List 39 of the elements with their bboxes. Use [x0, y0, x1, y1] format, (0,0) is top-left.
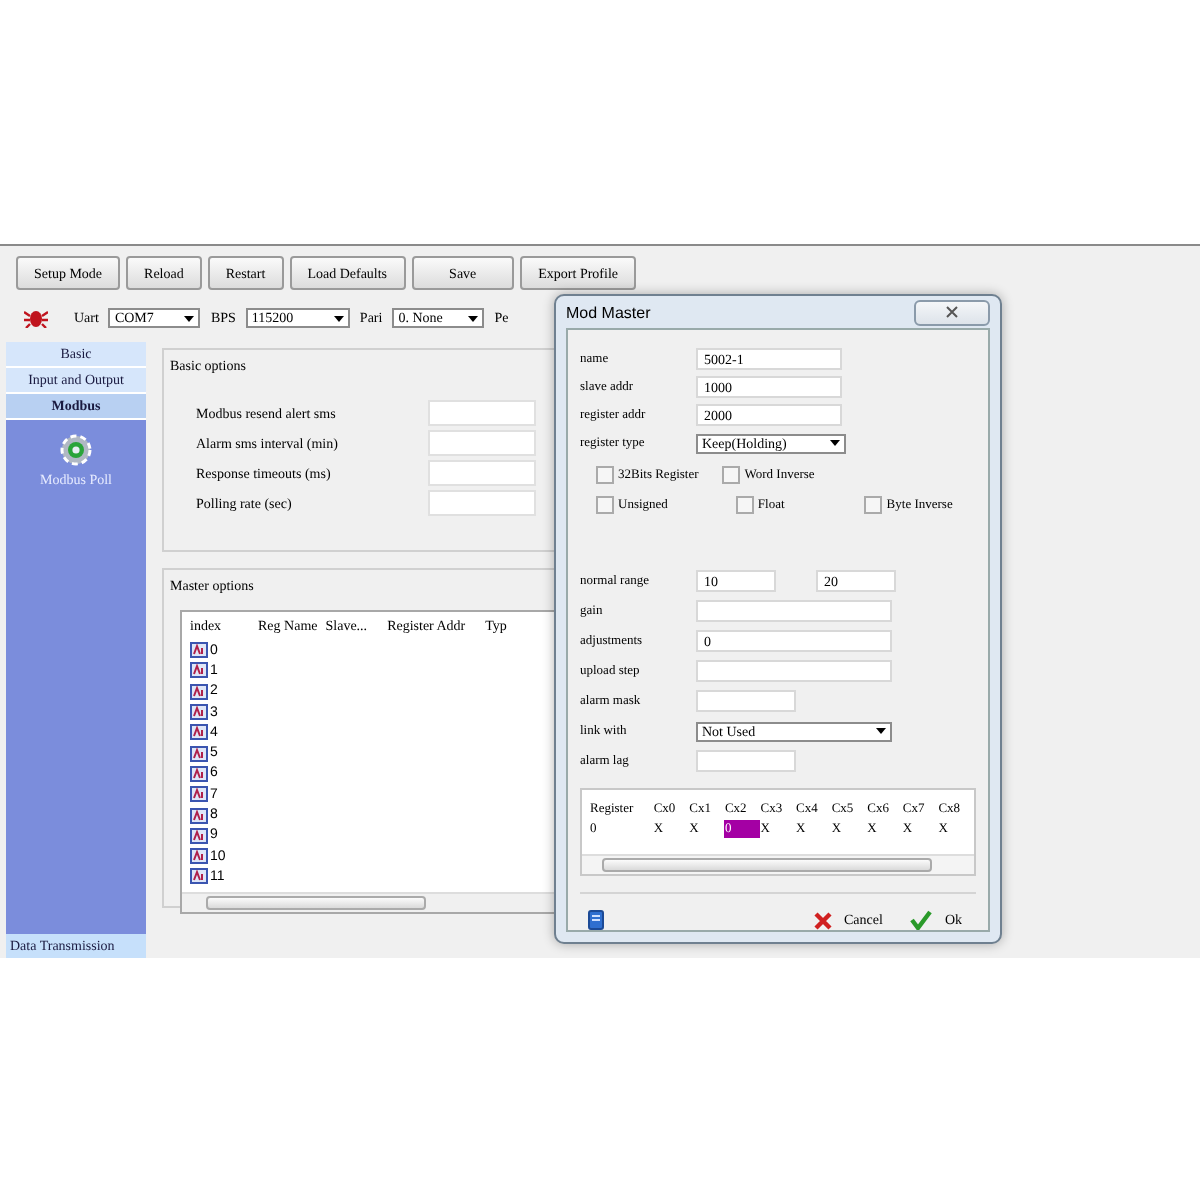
input-field[interactable]	[428, 460, 536, 486]
book-icon	[588, 910, 604, 930]
item-icon	[190, 662, 208, 679]
input-field[interactable]	[696, 660, 892, 682]
item-icon	[190, 868, 208, 885]
caret-icon	[333, 315, 344, 321]
item-icon	[190, 724, 208, 741]
close-button[interactable]	[914, 299, 990, 325]
item-icon	[190, 807, 208, 824]
item-icon	[190, 704, 208, 721]
checkbox[interactable]	[735, 496, 754, 514]
check-icon	[910, 910, 933, 930]
input-field[interactable]	[428, 400, 536, 426]
input-field[interactable]	[696, 600, 892, 622]
item-icon	[190, 642, 208, 659]
close-icon	[946, 306, 958, 318]
item-icon	[190, 848, 208, 865]
caret-icon	[830, 440, 840, 446]
caret-icon	[184, 315, 195, 321]
caret-icon	[876, 728, 886, 734]
checkbox[interactable]	[722, 466, 741, 484]
checkbox[interactable]	[596, 466, 614, 484]
input-field[interactable]	[696, 690, 796, 712]
item-icon	[190, 683, 208, 700]
checkbox[interactable]	[864, 496, 883, 514]
checkbox[interactable]	[596, 496, 614, 514]
gear-icon	[58, 432, 94, 468]
input-field[interactable]	[428, 430, 536, 456]
item-icon	[190, 786, 208, 803]
horizontal-scrollbar[interactable]	[582, 854, 974, 874]
input-field[interactable]	[696, 750, 796, 772]
item-icon	[190, 827, 208, 844]
cross-icon	[814, 911, 832, 929]
item-icon	[190, 745, 208, 762]
input-field[interactable]	[428, 490, 536, 516]
bug-icon	[24, 308, 48, 328]
window-title: Mod Master	[566, 303, 651, 321]
item-icon	[190, 765, 208, 782]
caret-icon	[468, 315, 479, 321]
